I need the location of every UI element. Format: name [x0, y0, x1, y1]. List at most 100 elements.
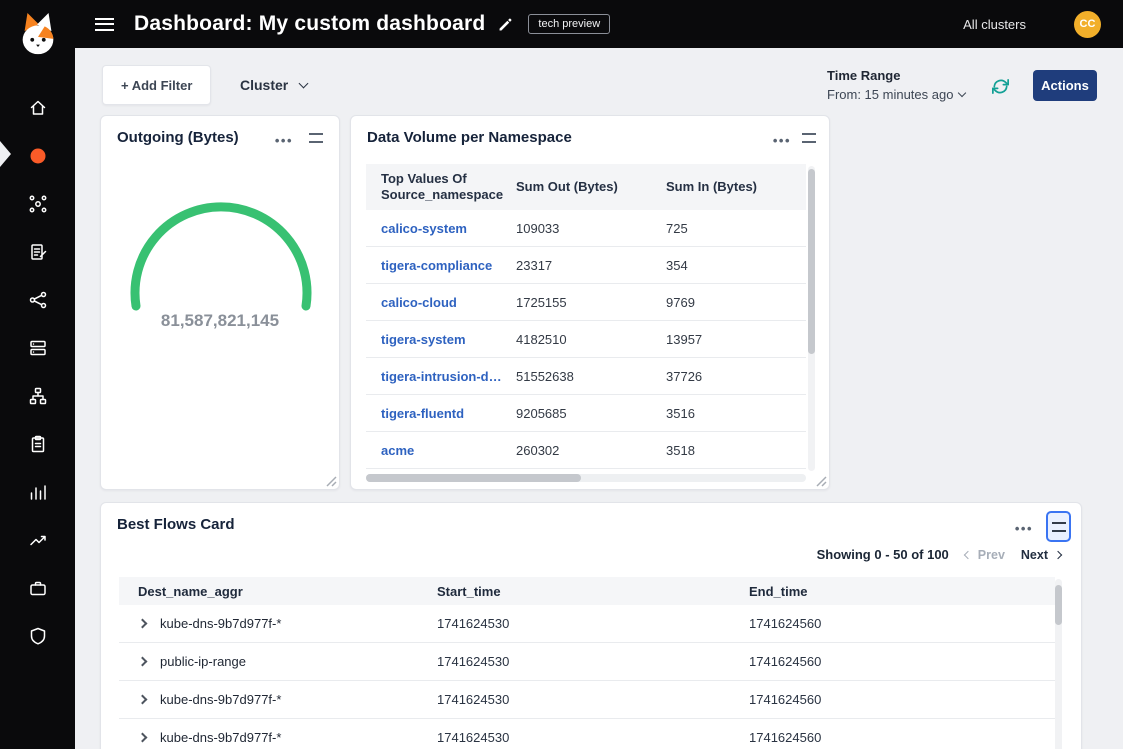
sum-in-value: 725	[666, 221, 806, 236]
menu-toggle-button[interactable]	[95, 18, 114, 31]
edit-dashboard-button[interactable]	[497, 16, 514, 33]
prev-page-button[interactable]: Prev	[965, 548, 1005, 562]
sidebar-item-topology[interactable]	[0, 372, 75, 420]
expand-row-chevron-icon[interactable]	[138, 733, 148, 743]
sum-out-value: 9205685	[516, 406, 666, 421]
table-row[interactable]: kube-dns-9b7d977f-* 1741624530 174162456…	[119, 605, 1055, 643]
namespace-link[interactable]: calico-system	[366, 221, 516, 236]
start-time: 1741624530	[437, 616, 749, 631]
expand-row-chevron-icon[interactable]	[138, 657, 148, 667]
resize-grip-icon[interactable]	[816, 476, 827, 487]
table-row[interactable]: kube-dns-9b7d977f-* 1741624530 174162456…	[119, 681, 1055, 719]
horizontal-scrollbar[interactable]	[366, 474, 806, 482]
sidebar-item-compliance[interactable]	[0, 228, 75, 276]
dest-name: public-ip-range	[160, 654, 246, 669]
clipboard-icon	[28, 434, 48, 454]
sum-out-value: 51552638	[516, 369, 666, 384]
topbar-right: All clusters CC	[963, 11, 1123, 38]
start-time: 1741624530	[437, 730, 749, 745]
cluster-filter-dropdown[interactable]: Cluster	[240, 65, 307, 105]
ellipsis-icon: •••	[773, 133, 791, 148]
table-header-row: Dest_name_aggr Start_time End_time	[119, 577, 1055, 605]
next-label: Next	[1021, 548, 1048, 562]
sidebar-item-applications[interactable]	[0, 564, 75, 612]
tech-preview-badge: tech preview	[528, 14, 610, 34]
namespace-link[interactable]: tigera-intrusion-d…	[366, 369, 516, 384]
table-row[interactable]: kube-dns-9b7d977f-* 1741624530 174162456…	[119, 719, 1055, 749]
calico-cat-logo-icon	[15, 10, 61, 60]
expand-row-chevron-icon[interactable]	[138, 619, 148, 629]
namespace-link[interactable]: tigera-system	[366, 332, 516, 347]
sum-in-value: 37726	[666, 369, 806, 384]
main-content: + Add Filter Cluster Time Range From: 15…	[75, 48, 1123, 749]
sidebar-nav	[0, 84, 75, 660]
sum-out-value: 4182510	[516, 332, 666, 347]
namespace-link[interactable]: tigera-fluentd	[366, 406, 516, 421]
add-filter-button[interactable]: + Add Filter	[102, 65, 211, 105]
dest-name: kube-dns-9b7d977f-*	[160, 692, 281, 707]
user-avatar[interactable]: CC	[1074, 11, 1101, 38]
report-pencil-icon	[28, 242, 48, 262]
drag-handle-icon	[309, 133, 323, 143]
sum-in-value: 3518	[666, 443, 806, 458]
table-header-row: Top Values Of Source_namespace Sum Out (…	[366, 164, 806, 210]
cluster-scope-selector[interactable]: All clusters	[963, 17, 1026, 32]
topology-tree-icon	[28, 386, 48, 406]
refresh-button[interactable]	[988, 74, 1012, 98]
card-drag-handle[interactable]	[802, 133, 816, 143]
gauge-value: 81,587,821,145	[101, 311, 339, 331]
sum-in-value: 354	[666, 258, 806, 273]
sum-out-value: 1725155	[516, 295, 666, 310]
expand-row-chevron-icon[interactable]	[138, 695, 148, 705]
scrollbar-thumb[interactable]	[366, 474, 581, 482]
sidebar-item-statistics[interactable]	[0, 468, 75, 516]
sidebar-item-policies[interactable]	[0, 420, 75, 468]
flows-table: Dest_name_aggr Start_time End_time kube-…	[119, 577, 1055, 749]
time-range-selector[interactable]: From: 15 minutes ago	[827, 87, 965, 102]
sidebar-item-trends[interactable]	[0, 516, 75, 564]
end-time: 1741624560	[749, 730, 1055, 745]
home-icon	[28, 98, 48, 118]
card-options-button[interactable]: •••	[1015, 520, 1033, 538]
pagination-status: Showing 0 - 50 of 100	[817, 547, 949, 562]
sum-in-value: 9769	[666, 295, 806, 310]
table-row[interactable]: public-ip-range 1741624530 1741624560	[119, 643, 1055, 681]
sidebar-item-endpoints[interactable]	[0, 180, 75, 228]
best-flows-card: Best Flows Card ••• Showing 0 - 50 of 10…	[100, 502, 1082, 749]
drag-handle-icon	[1052, 522, 1066, 532]
sidebar-item-network[interactable]	[0, 276, 75, 324]
card-title: Best Flows Card	[117, 516, 235, 533]
namespace-link[interactable]: calico-cloud	[366, 295, 516, 310]
resize-grip-icon[interactable]	[326, 476, 337, 487]
vertical-scrollbar[interactable]	[808, 166, 815, 471]
card-options-button[interactable]: •••	[773, 132, 791, 150]
card-options-button[interactable]: •••	[275, 132, 293, 150]
ellipsis-icon: •••	[1015, 521, 1033, 536]
column-header: End_time	[749, 584, 1055, 599]
namespace-link[interactable]: tigera-compliance	[366, 258, 516, 273]
vertical-scrollbar[interactable]	[1055, 579, 1062, 749]
scrollbar-thumb[interactable]	[1055, 585, 1062, 625]
sidebar-item-hosts[interactable]	[0, 324, 75, 372]
next-page-button[interactable]: Next	[1021, 548, 1061, 562]
card-drag-handle-focused[interactable]	[1046, 511, 1071, 542]
trend-line-icon	[28, 530, 48, 550]
sum-in-value: 3516	[666, 406, 806, 421]
network-share-icon	[28, 290, 48, 310]
cluster-filter-label: Cluster	[240, 77, 288, 93]
ellipsis-icon: •••	[275, 133, 293, 148]
sidebar-item-dashboards[interactable]	[0, 132, 75, 180]
chevron-right-icon	[1054, 550, 1062, 558]
scrollbar-thumb[interactable]	[808, 169, 815, 354]
gauge-arc	[111, 189, 331, 311]
actions-button[interactable]: Actions	[1033, 70, 1097, 101]
card-drag-handle[interactable]	[309, 133, 323, 143]
sidebar-item-security[interactable]	[0, 612, 75, 660]
end-time: 1741624560	[749, 692, 1055, 707]
calico-logo[interactable]	[0, 10, 75, 60]
sidebar-item-home[interactable]	[0, 84, 75, 132]
namespace-link[interactable]: acme	[366, 443, 516, 458]
table-row: acme 260302 3518	[366, 432, 806, 469]
sum-out-value: 23317	[516, 258, 666, 273]
refresh-sync-icon	[990, 76, 1011, 97]
